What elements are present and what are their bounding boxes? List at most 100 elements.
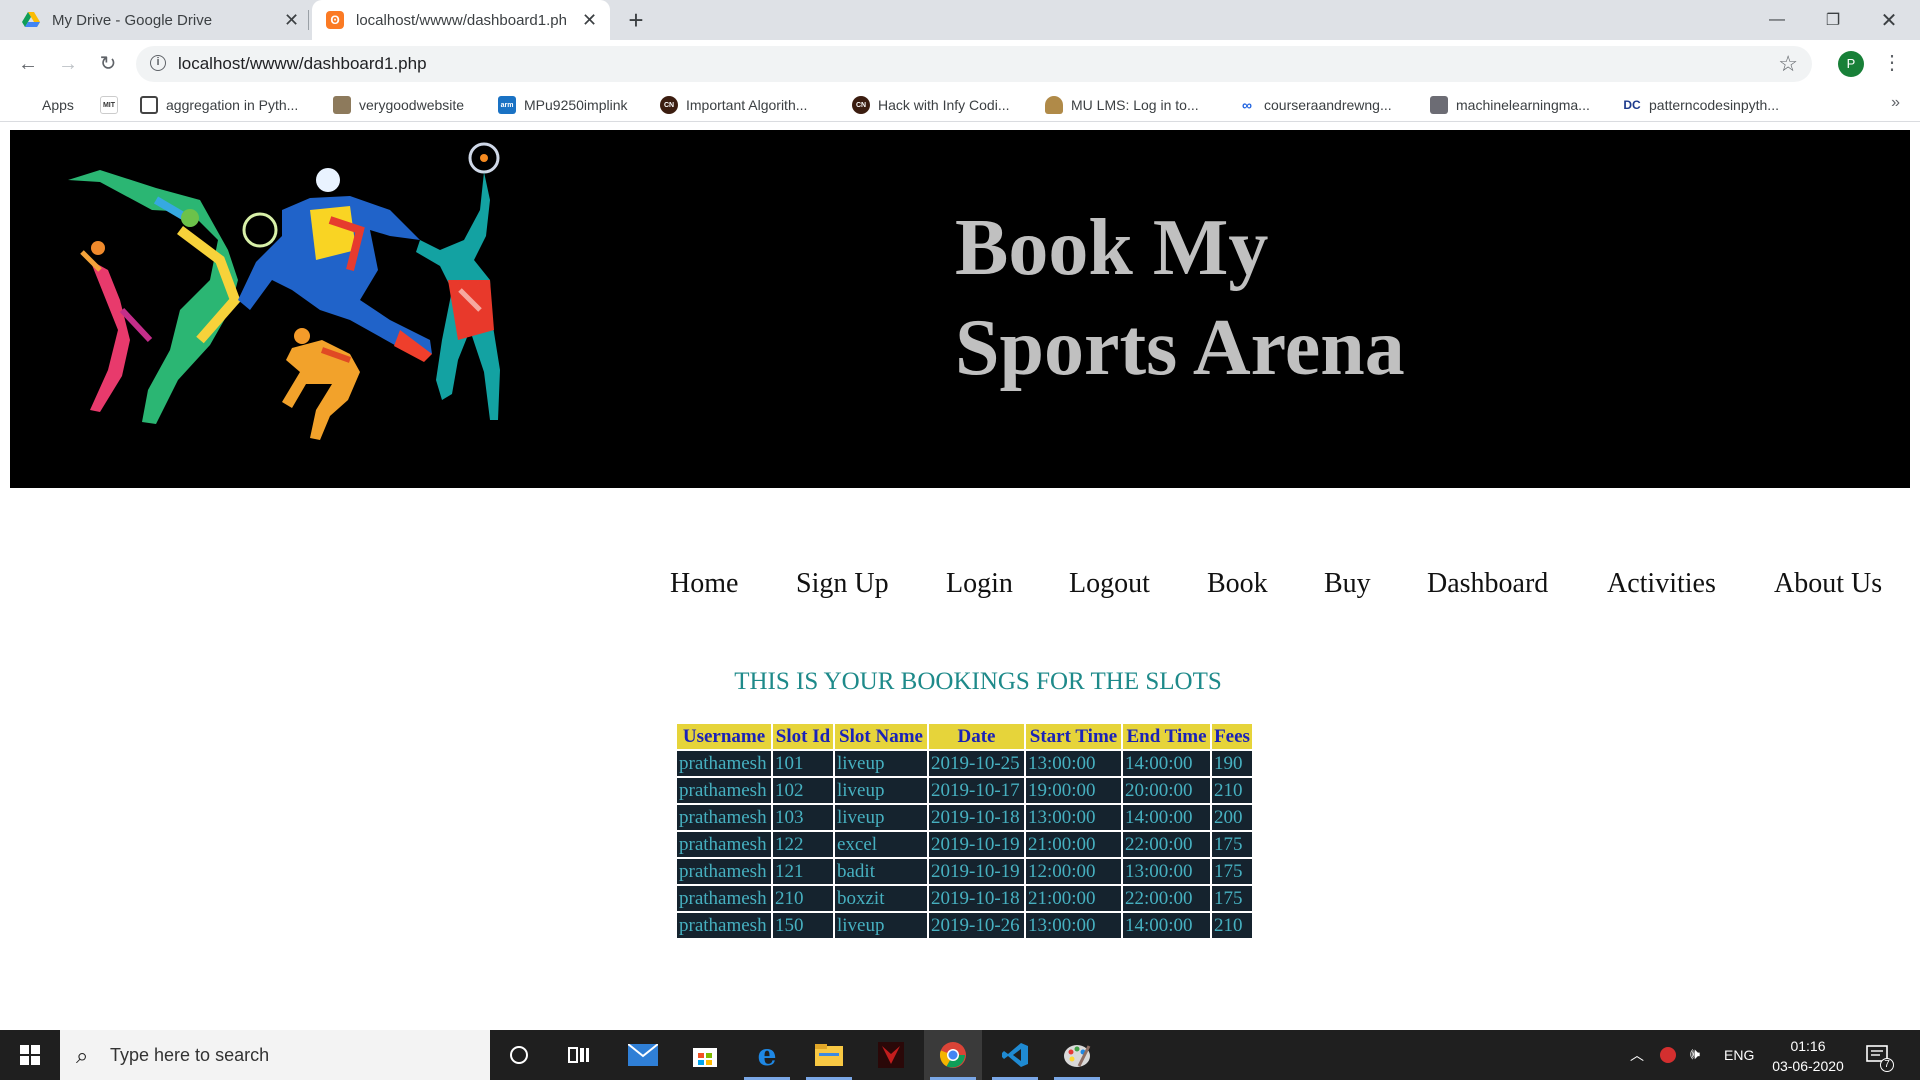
back-icon[interactable]: ← [14,50,42,78]
new-tab-icon[interactable]: + [622,6,650,34]
task-view-icon[interactable] [550,1030,608,1080]
cell-slot-name: liveup [835,751,927,776]
bookmark-coursera[interactable]: ∞ courseraandrewng... [1238,94,1392,116]
edge-icon[interactable]: e [738,1030,796,1080]
bookmark-label: courseraandrewng... [1264,97,1392,113]
nav-home[interactable]: Home [670,568,738,600]
tab-dashboard[interactable]: ʘ localhost/wwww/dashboard1.php ✕ [312,0,610,40]
cell-fees: 175 [1212,886,1252,911]
bookmark-important-algorithms[interactable]: CN Important Algorith... [660,94,807,116]
cell-end-time: 20:00:00 [1123,778,1210,803]
nav-book[interactable]: Book [1207,568,1268,600]
bookmark-patterncodes[interactable]: DC patterncodesinpyth... [1623,94,1779,116]
bookmark-label: aggregation in Pyth... [166,97,299,113]
tab-separator [308,10,309,30]
close-tab-icon[interactable]: ✕ [284,10,299,31]
column-header: Slot Name [835,724,927,749]
windows-start-icon[interactable] [0,1030,60,1080]
bookmark-aggregation[interactable]: aggregation in Pyth... [140,94,298,116]
nav-dashboard[interactable]: Dashboard [1427,568,1548,600]
nav-buy[interactable]: Buy [1324,568,1371,600]
trophy-icon [1045,96,1063,114]
cell-username: prathamesh [677,832,771,857]
table-row: prathamesh 102 liveup 2019-10-17 19:00:0… [677,778,1252,803]
bookmark-label: machinelearningma... [1456,97,1590,113]
cell-slot-name: liveup [835,913,927,938]
profile-avatar[interactable]: P [1838,51,1864,77]
nav-logout[interactable]: Logout [1069,568,1150,600]
arm-icon: arm [498,96,516,114]
address-bar[interactable]: i localhost/wwww/dashboard1.php ☆ [136,46,1812,82]
cell-start-time: 21:00:00 [1026,886,1121,911]
paint-icon[interactable] [1048,1030,1106,1080]
language-indicator[interactable]: ENG [1724,1030,1754,1080]
page-content: Book My Sports Arena Home Sign Up Login … [0,122,1920,1030]
table-row: prathamesh 122 excel 2019-10-19 21:00:00… [677,832,1252,857]
cell-fees: 190 [1212,751,1252,776]
cell-end-time: 14:00:00 [1123,913,1210,938]
cell-username: prathamesh [677,751,771,776]
notifications-icon[interactable]: 7 [1866,1030,1894,1080]
cell-username: prathamesh [677,805,771,830]
antivirus-tray-icon[interactable] [1660,1030,1676,1080]
cell-start-time: 19:00:00 [1026,778,1121,803]
cortana-icon[interactable] [490,1030,548,1080]
bookmark-mpu9250[interactable]: arm MPu9250implink [498,94,628,116]
cell-date: 2019-10-26 [929,913,1024,938]
restore-icon[interactable]: ❐ [1810,0,1856,40]
nav-activities[interactable]: Activities [1607,568,1716,600]
bookmark-star-icon[interactable]: ☆ [1778,51,1798,77]
show-hidden-icons[interactable]: ︿ [1630,1030,1644,1080]
search-placeholder: Type here to search [110,1045,270,1065]
bookmark-label: Hack with Infy Codi... [878,97,1010,113]
column-header: End Time [1123,724,1210,749]
reload-icon[interactable]: ↻ [94,50,122,78]
cell-slot-id: 102 [773,778,833,803]
browser-toolbar: ← → ↻ i localhost/wwww/dashboard1.php ☆ … [0,40,1920,88]
bookmark-mu-lms[interactable]: MU LMS: Log in to... [1045,94,1199,116]
site-info-icon[interactable]: i [150,55,166,71]
cell-slot-name: badit [835,859,927,884]
apps-grid-icon [18,97,34,113]
cell-fees: 175 [1212,832,1252,857]
close-tab-icon[interactable]: ✕ [582,10,597,31]
bookmark-machinelearning[interactable]: machinelearningma... [1430,94,1590,116]
mail-icon[interactable] [614,1030,672,1080]
taskbar-search[interactable]: ⌕ Type here to search [60,1030,490,1080]
nav-login[interactable]: Login [946,568,1013,600]
page-icon [140,96,158,114]
store-icon[interactable] [676,1030,734,1080]
nav-sign-up[interactable]: Sign Up [796,568,889,600]
nav-about-us[interactable]: About Us [1774,568,1882,600]
google-drive-icon [22,12,40,27]
column-header: Username [677,724,771,749]
bookmark-verygoodwebsite[interactable]: verygoodwebsite [333,94,464,116]
tab-google-drive[interactable]: My Drive - Google Drive ✕ [8,0,306,40]
cell-date: 2019-10-18 [929,805,1024,830]
close-window-icon[interactable]: ✕ [1866,0,1912,40]
site-title-line2: Sports Arena [955,304,1405,392]
more-bookmarks-icon[interactable]: » [1891,94,1900,112]
table-row: prathamesh 150 liveup 2019-10-26 13:00:0… [677,913,1252,938]
predator-app-icon[interactable] [862,1030,920,1080]
minimize-icon[interactable]: — [1754,0,1800,40]
bookmark-hack-with-infy[interactable]: CN Hack with Infy Codi... [852,94,1010,116]
forward-icon[interactable]: → [54,50,82,78]
volume-icon[interactable]: 🕪 [1690,1030,1700,1080]
cell-start-time: 13:00:00 [1026,805,1121,830]
bookmarks-bar: Apps MIT aggregation in Pyth... verygood… [0,88,1920,122]
file-explorer-icon[interactable] [800,1030,858,1080]
bookmark-apps[interactable]: Apps [18,94,74,116]
cell-slot-id: 122 [773,832,833,857]
cell-end-time: 14:00:00 [1123,805,1210,830]
clock[interactable]: 01:16 03-06-2020 [1760,1036,1856,1076]
cell-username: prathamesh [677,886,771,911]
bookmark-mitr[interactable]: MIT [100,94,126,116]
cell-fees: 200 [1212,805,1252,830]
notification-count: 7 [1880,1058,1894,1072]
chrome-icon[interactable] [924,1030,982,1080]
chrome-menu-icon[interactable]: ⋮ [1882,50,1902,75]
url-text[interactable]: localhost/wwww/dashboard1.php [178,54,427,74]
vscode-icon[interactable] [986,1030,1044,1080]
profile-photo-icon [1430,96,1448,114]
